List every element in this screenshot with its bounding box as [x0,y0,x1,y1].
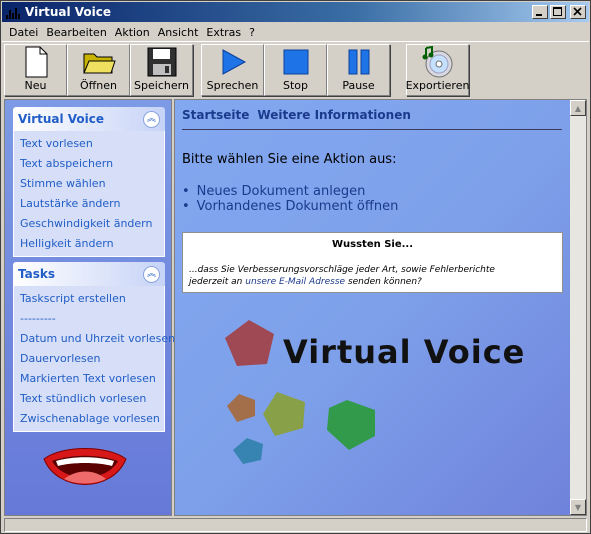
status-bar [4,518,587,532]
content-pane: Startseite Weitere Informationen Bitte w… [174,99,587,516]
play-icon [222,49,246,75]
stop-button[interactable]: Stop [264,44,327,96]
open-button-label: Öffnen [80,79,117,92]
tasks-panel: Tasks ︽ Taskscript erstellen --------- D… [13,262,175,432]
new-document-icon [25,46,47,78]
new-button[interactable]: Neu [4,44,67,96]
link-stimme-waehlen[interactable]: Stimme wählen [14,174,164,194]
menu-bearbeiten[interactable]: Bearbeiten [42,26,110,39]
link-zwischenablage[interactable]: Zwischenablage vorlesen [14,409,164,429]
open-button[interactable]: Öffnen [67,44,130,96]
export-button[interactable]: Exportieren [406,44,469,96]
scroll-down-icon[interactable]: ▼ [570,499,586,515]
divider [182,129,562,130]
link-text-abspeichern[interactable]: Text abspeichern [14,154,164,174]
pause-icon [348,49,369,75]
stop-button-label: Stop [282,79,308,92]
action-prompt: Bitte wählen Sie eine Aktion aus: [182,152,397,167]
link-stuendlich[interactable]: Text stündlich vorlesen [14,389,164,409]
maximize-icon [553,7,562,16]
logo: Virtual Voice [219,320,559,480]
mouth-icon [43,448,127,485]
page-nav: Startseite Weitere Informationen [182,108,411,122]
did-you-know-title: Wussten Sie... [331,239,414,250]
action-open-document[interactable]: • Vorhandenes Dokument öffnen [182,199,398,214]
pause-button[interactable]: Pause [327,44,390,96]
toolbar: Neu Öffnen Speichern Sprechen Stop Pause… [2,41,589,96]
collapse-chevron-icon[interactable]: ︽ [143,110,160,128]
panel-title: Virtual Voice [18,112,105,126]
vertical-scrollbar[interactable]: ▲ ▼ [570,100,586,515]
nav-startseite[interactable]: Startseite [182,108,249,122]
logo-text: Virtual Voice [283,333,526,371]
did-you-know-box: Wussten Sie... ...dass Sie Verbesserungs… [182,232,563,293]
panel-title: Tasks [18,267,56,281]
menu-datei[interactable]: Datei [2,26,42,39]
action-new-document[interactable]: • Neues Dokument anlegen [182,184,398,199]
link-text-vorlesen[interactable]: Text vorlesen [14,134,164,154]
link-markierten-text[interactable]: Markierten Text vorlesen [14,369,164,389]
speak-button-label: Sprechen [206,79,259,92]
menu-extras[interactable]: Extras [202,26,245,39]
stop-icon [283,49,308,75]
window-title: Virtual Voice [25,5,112,19]
menu-ansicht[interactable]: Ansicht [154,26,203,39]
link-taskscript[interactable]: Taskscript erstellen [14,289,164,309]
minimize-icon [536,14,542,16]
speak-button[interactable]: Sprechen [201,44,264,96]
maximize-button[interactable] [550,5,566,19]
new-button-label: Neu [24,79,47,92]
close-icon [573,7,582,16]
did-you-know-text: ...dass Sie Verbesserungsvorschläge jede… [189,265,495,287]
link-geschwindigkeit[interactable]: Geschwindigkeit ändern [14,214,164,234]
close-button[interactable] [570,5,586,19]
nav-weitere-informationen[interactable]: Weitere Informationen [257,108,410,122]
menu-bar: Datei Bearbeiten Aktion Ansicht Extras ? [2,23,589,41]
pause-button-label: Pause [342,79,375,92]
link-helligkeit[interactable]: Helligkeit ändern [14,234,164,254]
app-window: Virtual Voice Datei Bearbeiten Aktion An… [0,0,591,534]
tasks-panel-header[interactable]: Tasks ︽ [13,262,165,286]
cd-music-icon [422,46,452,78]
separator-text: --------- [20,312,56,325]
email-link[interactable]: unsere E-Mail Adresse [245,277,345,287]
virtual-voice-panel-header[interactable]: Virtual Voice ︽ [13,107,165,131]
save-button-label: Speichern [134,79,189,92]
link-dauervorlesen[interactable]: Dauervorlesen [14,349,164,369]
floppy-disk-icon [147,47,176,77]
minimize-button[interactable] [532,5,548,19]
folder-open-icon [82,53,116,74]
link-datum-uhrzeit[interactable]: Datum und Uhrzeit vorlesen [14,329,175,349]
app-waveform-icon [6,5,22,19]
action-list: • Neues Dokument anlegen • Vorhandenes Dok… [182,184,398,214]
virtual-voice-panel: Virtual Voice ︽ Text vorlesen Text abspe… [13,107,165,257]
export-button-label: Exportieren [405,79,470,92]
menu-help[interactable]: ? [245,26,259,39]
save-button[interactable]: Speichern [130,44,193,96]
scroll-up-icon[interactable]: ▲ [570,100,586,116]
title-bar[interactable]: Virtual Voice [2,2,589,22]
menu-aktion[interactable]: Aktion [111,26,154,39]
link-lautstaerke[interactable]: Lautstärke ändern [14,194,164,214]
collapse-chevron-icon[interactable]: ︽ [143,265,160,283]
task-pane: Virtual Voice ︽ Text vorlesen Text abspe… [4,99,175,516]
